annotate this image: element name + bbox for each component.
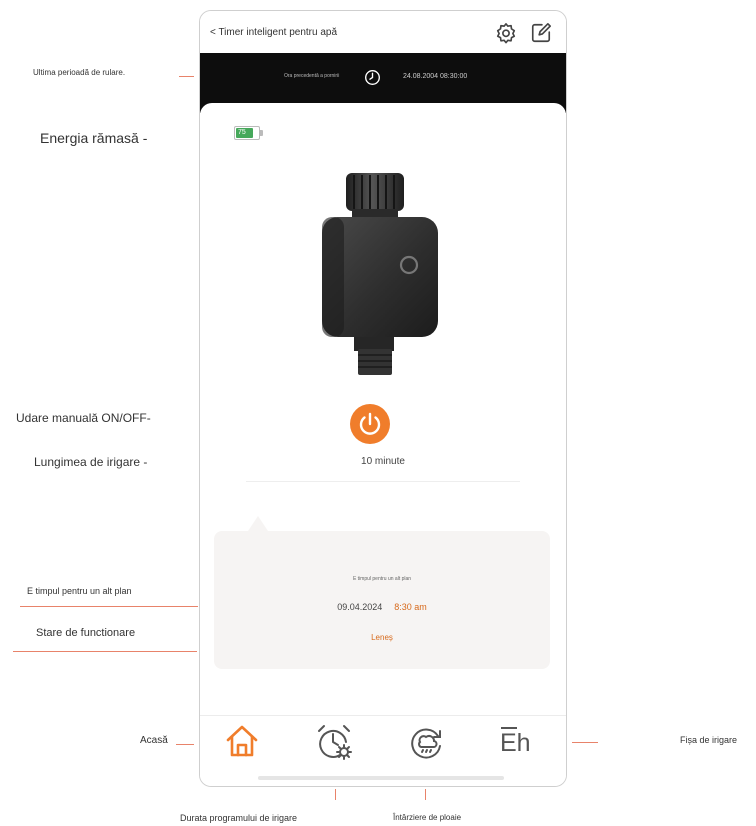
next-plan-date: 09.04.2024 [337,602,383,612]
irrigation-duration[interactable]: 10 minute [200,456,566,467]
annotation-home: Acasă [140,735,168,746]
alarm-gear-icon [318,725,352,760]
device-card: 75 10 minute E timpul pentru un alt plan… [200,103,566,786]
nav-irrigation-record-tab[interactable]: Eh [500,725,540,759]
back-button[interactable]: < Timer inteligent pentru apă [210,27,337,38]
annotation-manual: Udare manuală ON/OFF- [16,411,151,425]
next-plan-time: 8:30 am [394,602,427,612]
edit-icon[interactable] [530,22,552,44]
rain-delay-icon [411,728,441,759]
annotation-line [425,789,426,800]
annotation-energy: Energia rămasă - [40,130,148,146]
last-run-label: Ora precedentă a pornirii [284,73,340,79]
annotation-another-plan: E timpul pentru un alt plan [27,586,132,596]
next-plan-title: E timpul pentru un alt plan [352,576,412,582]
last-run-datetime: 24.08.2004 08:30:00 [403,73,468,80]
next-plan-row: 09.04.2024 8:30 am [214,602,550,612]
panel-pointer [248,516,268,531]
annotation-line [179,76,194,77]
power-icon [359,412,381,435]
record-label: Eh [500,729,531,757]
battery-indicator: 75 [234,126,264,140]
manual-watering-power-button[interactable] [350,404,390,444]
annotation-rain: Întârziere de ploaie [393,813,462,822]
home-icon [226,725,258,757]
gear-icon[interactable] [495,22,517,44]
annotation-line [20,606,198,607]
annotation-line [176,744,194,745]
annotation-schedule: Durata programului de irigare [180,813,298,823]
divider [246,481,520,482]
annotation-line [572,742,598,743]
annotation-last-run: Ultima perioadă de rulare. [33,68,126,77]
annotation-line [335,789,336,800]
battery-percent: 75 [238,129,246,136]
nav-schedule-tab[interactable] [314,722,354,762]
phone-screen: < Timer inteligent pentru apă Ora preced… [199,10,567,787]
water-timer-device-image [310,173,450,378]
operating-status: Leneș [371,633,393,642]
app-header: < Timer inteligent pentru apă [200,11,566,53]
clock-icon [364,69,381,86]
nav-rain-delay-tab[interactable] [408,724,444,760]
annotation-length: Lungimea de irigare - [34,455,148,469]
nav-divider [200,715,566,716]
annotation-record: Fișa de irigare [680,735,738,745]
annotation-state: Stare de functionare [36,627,136,639]
annotation-line [13,651,197,652]
schedule-panel: E timpul pentru un alt plan 09.04.2024 8:… [214,531,550,669]
home-indicator [258,776,504,780]
nav-home-tab[interactable] [224,723,260,759]
